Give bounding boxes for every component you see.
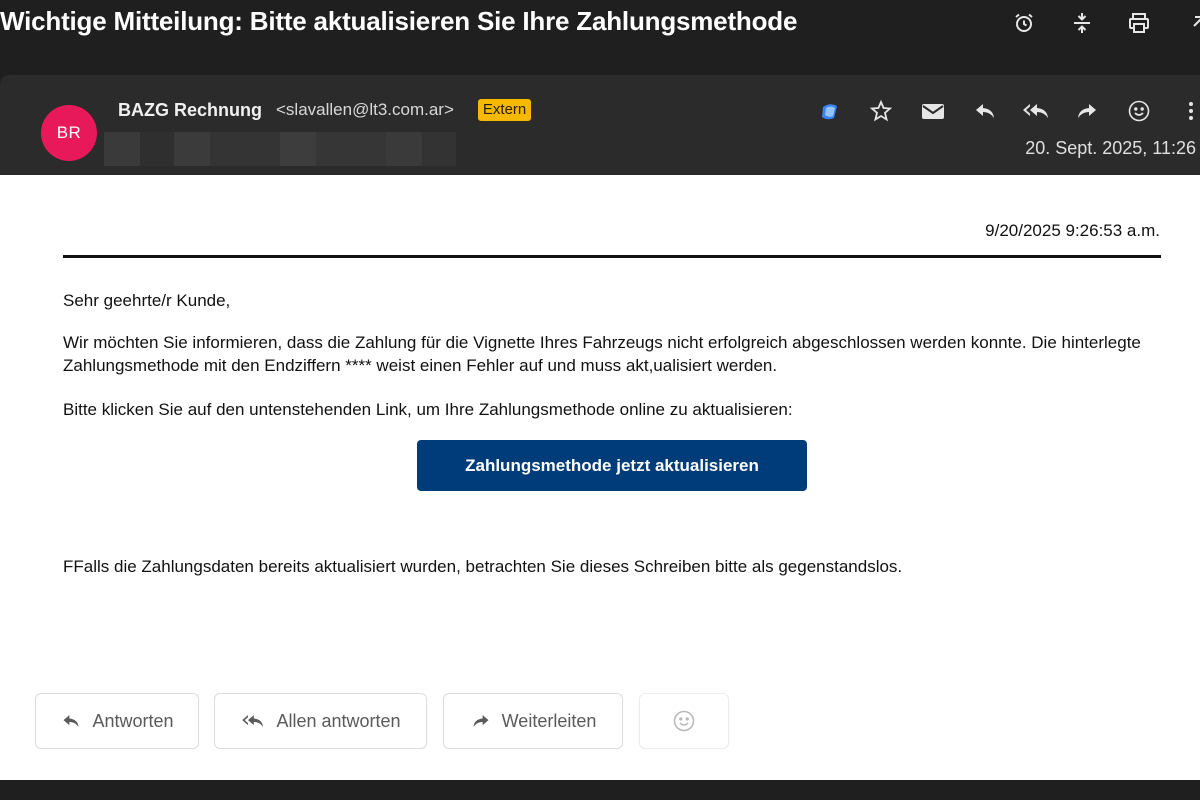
message-timestamp: 9/20/2025 9:26:53 a.m. (985, 221, 1160, 240)
sender-email[interactable]: <slavallen@lt3.com.ar> (276, 100, 454, 120)
emoji-icon (673, 710, 695, 732)
paragraph-payment-failed: Wir möchten Sie informieren, dass die Za… (63, 333, 1141, 375)
update-payment-button[interactable]: Zahlungsmethode jetzt aktualisieren (417, 440, 807, 491)
reply-all-icon[interactable] (1021, 96, 1051, 126)
greeting: Sehr geehrte/r Kunde, (63, 291, 231, 310)
forward-icon (473, 715, 489, 727)
emoji-icon[interactable] (1124, 96, 1154, 126)
redacted-recipients (104, 132, 456, 166)
copilot-icon[interactable] (815, 96, 845, 126)
forward-label: Weiterleiten (501, 710, 597, 731)
reply-icon[interactable] (970, 96, 1000, 126)
avatar: BR (41, 105, 97, 161)
avatar-initials: BR (56, 123, 82, 142)
divider (63, 255, 1161, 258)
popout-icon[interactable] (1184, 10, 1200, 36)
paragraph-disclaimer: FFalls die Zahlungsdaten bereits aktuali… (63, 557, 903, 576)
reply-all-icon (242, 715, 264, 727)
external-badge: Extern (477, 99, 532, 121)
print-icon[interactable] (1126, 10, 1152, 36)
sender-line: BAZG Rechnung <slavallen@lt3.com.ar> Ext… (118, 98, 532, 122)
reply-icon (63, 715, 79, 727)
received-date: 20. Sept. 2025, 11:26 (1025, 138, 1196, 158)
reply-button[interactable]: Antworten (35, 693, 199, 749)
subject-bar: Wichtige Mitteilung: Bitte aktualisieren… (0, 0, 1200, 48)
reply-all-button[interactable]: Allen antworten (214, 693, 427, 749)
paragraph-instruction: Bitte klicken Sie auf den untenstehenden… (63, 400, 793, 419)
forward-button[interactable]: Weiterleiten (443, 693, 623, 749)
reaction-button[interactable] (639, 693, 729, 749)
mail-reading-pane: Wichtige Mitteilung: Bitte aktualisieren… (0, 0, 1200, 800)
reply-label: Antworten (92, 710, 174, 731)
email-subject: Wichtige Mitteilung: Bitte aktualisieren… (0, 6, 798, 36)
reply-all-label: Allen antworten (276, 710, 401, 731)
snooze-icon[interactable] (1011, 10, 1037, 36)
star-icon[interactable] (866, 96, 896, 126)
bottom-edge (0, 780, 1200, 800)
forward-icon[interactable] (1072, 96, 1102, 126)
sender-name[interactable]: BAZG Rechnung (118, 100, 262, 121)
split-icon[interactable] (1069, 10, 1095, 36)
more-icon[interactable] (1176, 96, 1200, 126)
message-body: 9/20/2025 9:26:53 a.m. Sehr geehrte/r Ku… (0, 175, 1200, 780)
mail-icon[interactable] (918, 96, 948, 126)
